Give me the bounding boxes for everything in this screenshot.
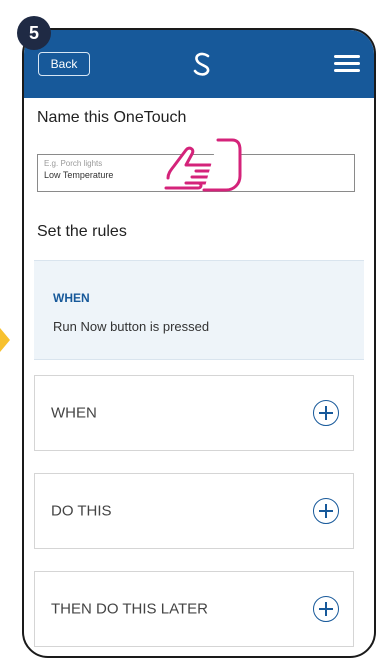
back-button[interactable]: Back	[38, 52, 90, 76]
app-header: Back	[24, 30, 374, 98]
side-arrow-icon	[0, 328, 10, 352]
pointing-hand-icon	[164, 138, 242, 192]
when-condition-heading: WHEN	[53, 291, 90, 305]
when-condition-card: WHEN Run Now button is pressed	[34, 260, 364, 360]
add-icon[interactable]	[313, 596, 339, 622]
phone-frame: Back Name this OneTouch E.g. Porch light…	[22, 28, 376, 658]
rule-card-then-do-this-later[interactable]: THEN DO THIS LATER	[34, 571, 354, 647]
when-condition-text: Run Now button is pressed	[53, 319, 210, 334]
rules-section-title: Set the rules	[37, 223, 127, 240]
rule-card-label: DO THIS	[51, 502, 112, 520]
add-icon[interactable]	[313, 498, 339, 524]
rule-card-when[interactable]: WHEN	[34, 375, 354, 451]
add-icon[interactable]	[313, 400, 339, 426]
rule-card-label: THEN DO THIS LATER	[51, 600, 208, 618]
step-number-badge: 5	[17, 16, 51, 50]
rule-card-do-this[interactable]: DO THIS	[34, 473, 354, 549]
swirl-logo-icon	[193, 52, 210, 76]
name-section-title: Name this OneTouch	[37, 109, 187, 126]
hamburger-menu-icon[interactable]	[334, 55, 360, 73]
rule-card-label: WHEN	[51, 404, 97, 422]
